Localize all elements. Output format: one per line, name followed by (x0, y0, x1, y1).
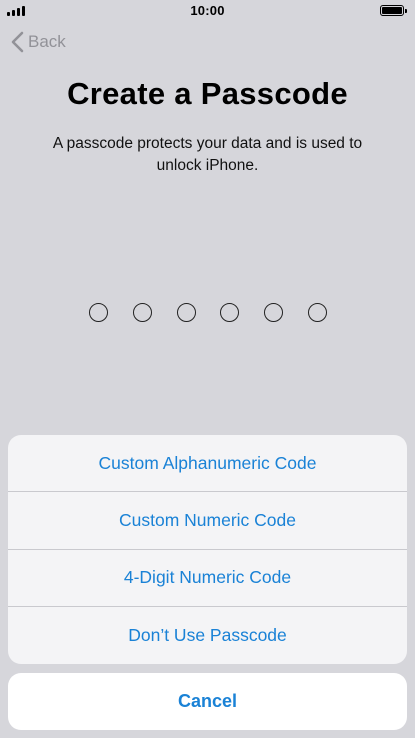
passcode-dot (264, 303, 284, 322)
four-digit-numeric-code-option[interactable]: 4-Digit Numeric Code (8, 550, 407, 607)
dont-use-passcode-option[interactable]: Don’t Use Passcode (8, 607, 407, 664)
page-title: Create a Passcode (67, 76, 348, 111)
passcode-dot (307, 303, 327, 322)
passcode-dot (89, 303, 108, 322)
status-time: 10:00 (190, 3, 225, 18)
passcode-options-sheet: Custom Alphanumeric Code Custom Numeric … (8, 435, 407, 664)
back-label: Back (28, 32, 66, 51)
passcode-dot (132, 303, 152, 322)
passcode-dot (176, 303, 196, 322)
custom-numeric-code-option[interactable]: Custom Numeric Code (8, 492, 407, 550)
battery-icon (380, 5, 407, 16)
passcode-dots[interactable] (89, 303, 327, 323)
cancel-button[interactable]: Cancel (8, 673, 407, 730)
status-bar: 10:00 (0, 0, 415, 22)
chevron-left-icon (11, 31, 24, 53)
back-button[interactable]: Back (11, 30, 66, 54)
passcode-dot (220, 303, 240, 322)
custom-alphanumeric-code-option[interactable]: Custom Alphanumeric Code (8, 435, 407, 493)
page-description: A passcode protects your data and is use… (52, 135, 363, 174)
